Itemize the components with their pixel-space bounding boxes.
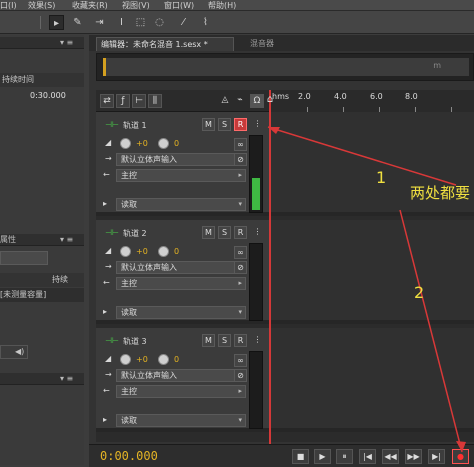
annotation-arrows: [267, 126, 466, 453]
annotation-arrow-2: [399, 209, 463, 453]
annotation-mark-2: 2: [414, 283, 425, 302]
annotation-arrow-1: [267, 126, 457, 186]
annotation-mark-1: 1: [376, 168, 387, 187]
annotation-text: 两处都要: [410, 184, 471, 202]
